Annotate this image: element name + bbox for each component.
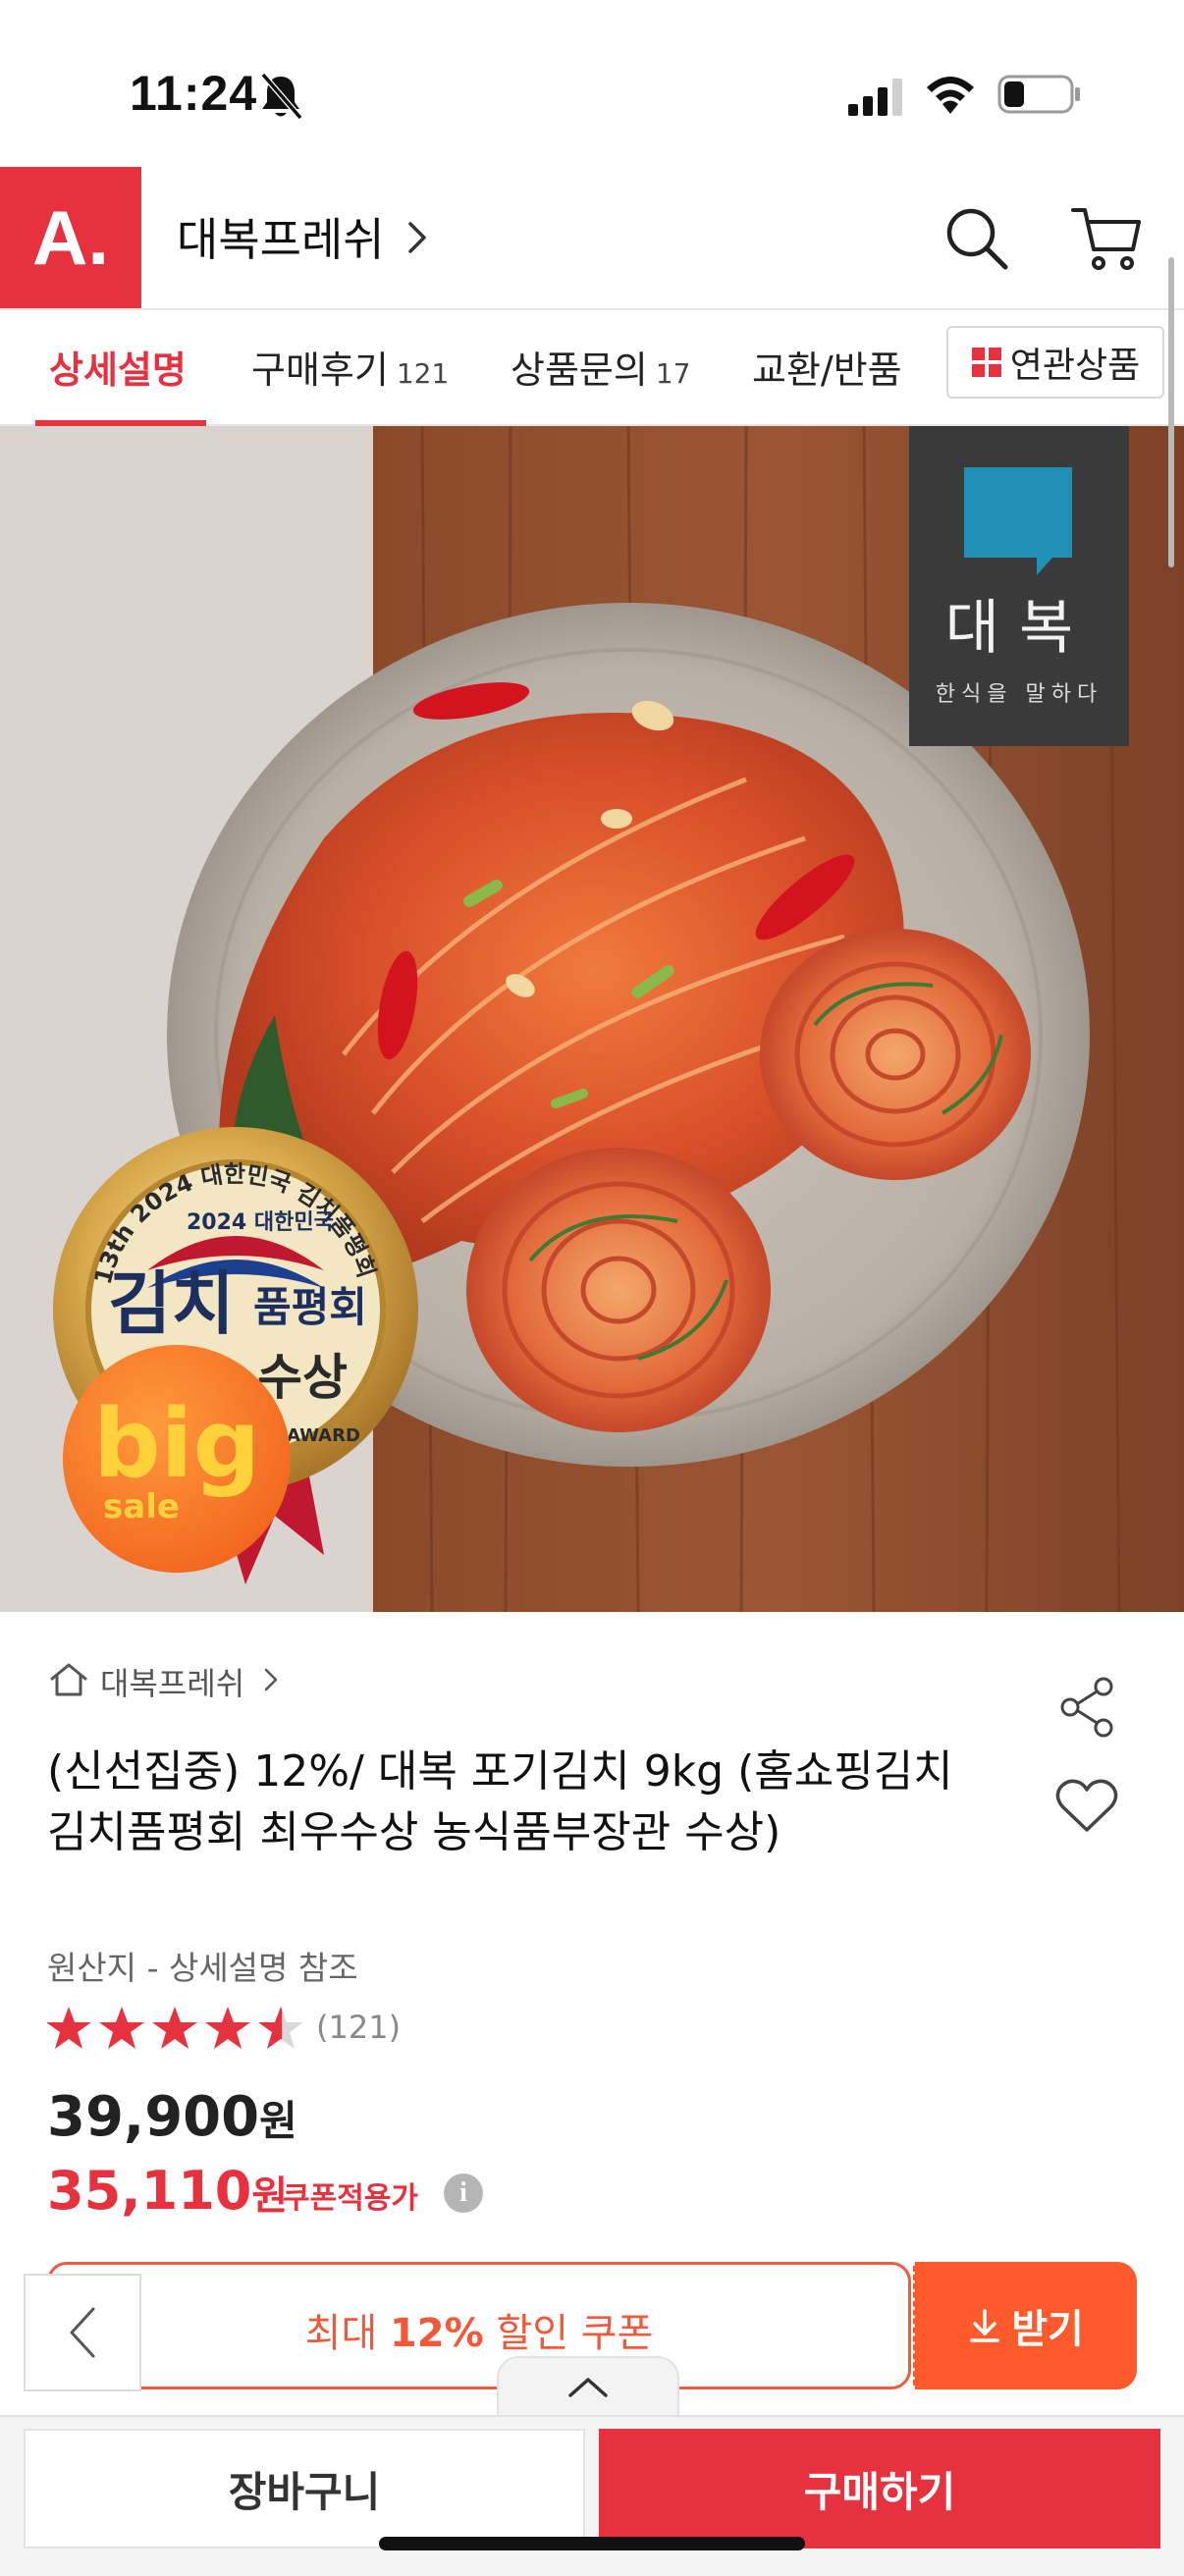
sale-big-text: big (93, 1389, 260, 1499)
chevron-right-icon[interactable] (263, 1667, 279, 1692)
brand-sign-title: 대복 (945, 594, 1093, 663)
tab-label: 상품문의 (511, 349, 648, 392)
review-count[interactable]: (121) (316, 2009, 401, 2046)
badge-main: 김치 (108, 1263, 235, 1344)
coupon-suffix: 할인 쿠폰 (483, 2311, 654, 2356)
info-icon[interactable]: i (444, 2174, 483, 2213)
badge-year: 2024 대한민국 (187, 1210, 334, 1235)
tab-count: 17 (655, 357, 691, 390)
store-name-link[interactable]: 대복프레쉬 (177, 204, 385, 269)
expand-handle[interactable] (497, 2356, 679, 2417)
original-price: 39,900원 (47, 2085, 297, 2149)
coupon-text: 최대 12% 할인 쿠폰 (47, 2301, 911, 2358)
scrollbar[interactable] (1168, 257, 1174, 567)
tab-related[interactable]: 연관상품 (946, 326, 1164, 399)
previous-button[interactable] (24, 2274, 141, 2391)
buy-now-button[interactable]: 구매하기 (599, 2429, 1160, 2549)
search-icon[interactable] (942, 204, 1011, 273)
chevron-left-icon (70, 2307, 95, 2358)
badge-bottom: AWARD (287, 1425, 360, 1446)
coupon-download-button[interactable]: 받기 (915, 2262, 1137, 2389)
tab-label: 교환/반품 (752, 349, 902, 392)
product-image[interactable]: 대복 한식을 말하다 13th 2024 대한민국 김치품평회 2024 대한민… (0, 426, 1184, 1612)
sale-price-value: 35,110 (47, 2160, 252, 2222)
tab-label: 구매후기 (251, 349, 389, 392)
currency-unit: 원 (259, 2097, 297, 2145)
coupon-prefix: 최대 (304, 2311, 390, 2356)
sale-small-text: sale (103, 1487, 180, 1527)
product-origin: 원산지 - 상세설명 참조 (47, 1949, 358, 1987)
cart-icon[interactable] (1070, 202, 1145, 273)
status-time: 11:24 (130, 66, 258, 121)
battery-icon (997, 75, 1080, 114)
bell-slash-icon (260, 73, 303, 120)
tab-label: 연관상품 (1009, 346, 1141, 386)
tab-qna[interactable]: 상품문의 17 (511, 340, 690, 394)
home-icon[interactable] (49, 1661, 88, 1698)
rating-stars[interactable] (47, 2003, 302, 2052)
badge-main-2: 품평회 (253, 1283, 367, 1331)
chevron-up-icon (568, 2378, 608, 2397)
sale-price: 35,110원 (47, 2160, 288, 2222)
coupon-download-label: 받기 (1011, 2307, 1084, 2352)
brand-link[interactable]: 대복프레쉬 (100, 1659, 244, 1704)
product-title: (신선집중) 12%/ 대복 포기김치 9kg (홈쇼핑김치 김치품평회 최우수… (47, 1746, 953, 1857)
cellular-signal-icon (848, 79, 902, 116)
brand-sign-subtitle: 한식을 말하다 (936, 682, 1103, 707)
grid-icon (971, 348, 1001, 377)
tab-label: 상세설명 (49, 349, 187, 392)
app-logo[interactable]: A. (0, 167, 141, 308)
share-icon[interactable] (1054, 1675, 1119, 1740)
home-indicator[interactable] (379, 2537, 805, 2550)
add-to-cart-button[interactable]: 장바구니 (24, 2429, 585, 2549)
download-icon (970, 2309, 999, 2342)
original-price-value: 39,900 (47, 2085, 260, 2149)
coupon-percent: 12% (389, 2311, 484, 2356)
tab-reviews[interactable]: 구매후기 121 (251, 340, 449, 394)
chevron-right-icon[interactable] (404, 218, 430, 257)
wifi-icon (927, 77, 974, 114)
tab-exchange[interactable]: 교환/반품 (752, 340, 902, 394)
tab-detail[interactable]: 상세설명 (49, 340, 187, 394)
coupon-price-label: 쿠폰적용가 (283, 2181, 418, 2216)
tab-count: 121 (396, 357, 450, 390)
heart-icon[interactable] (1054, 1777, 1119, 1836)
